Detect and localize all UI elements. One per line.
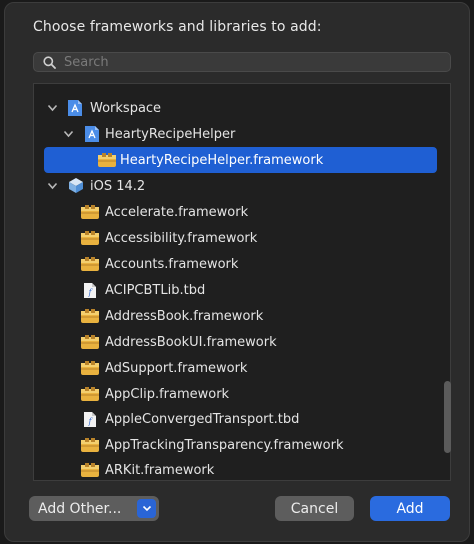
cancel-button[interactable]: Cancel (275, 496, 354, 521)
search-input[interactable] (64, 54, 450, 70)
tree-row-label: HeartyRecipeHelper (105, 126, 236, 142)
chevron-down-icon[interactable] (137, 499, 156, 518)
framework-icon (80, 203, 100, 221)
search-icon (34, 53, 64, 71)
framework-list[interactable]: Workspace HeartyRecipeHelper HeartyRecip… (33, 83, 451, 481)
dialog-title: Choose frameworks and libraries to add: (33, 19, 322, 35)
tbd-file-icon: f (80, 410, 100, 428)
tree-row-framework[interactable]: Accelerate.framework (34, 199, 450, 225)
tree-row-label: ARKit.framework (105, 462, 215, 478)
framework-icon (80, 333, 100, 351)
tree-row-label: AppleConvergedTransport.tbd (105, 411, 300, 427)
tree-row-label: AddressBook.framework (105, 308, 264, 324)
tree-row-label: Accelerate.framework (105, 204, 249, 220)
framework-icon (80, 229, 100, 247)
tree-row-label: ACIPCBTLib.tbd (105, 282, 206, 298)
chevron-down-icon[interactable] (62, 128, 74, 140)
tree-row-tbd[interactable]: f AppleConvergedTransport.tbd (34, 406, 450, 432)
tree-row-tbd[interactable]: f ACIPCBTLib.tbd (34, 277, 450, 303)
tree-row-label: iOS 14.2 (90, 178, 146, 194)
tree-row-workspace[interactable]: Workspace (34, 95, 450, 121)
tree-row-framework[interactable]: Accounts.framework (34, 251, 450, 277)
tree-row-label: AppClip.framework (105, 386, 230, 402)
list-scrollbar[interactable] (444, 83, 451, 481)
tree-row-framework[interactable]: AdSupport.framework (34, 355, 450, 381)
tree-row-label: Workspace (90, 100, 162, 116)
framework-icon (80, 385, 100, 403)
tree-row-label: Accounts.framework (105, 256, 239, 272)
tree-row-selected-framework[interactable]: HeartyRecipeHelper.framework (44, 147, 437, 173)
framework-icon (97, 151, 117, 169)
framework-icon (80, 436, 100, 454)
tree-row-framework[interactable]: Accessibility.framework (34, 225, 450, 251)
framework-icon (80, 359, 100, 377)
scrollbar-thumb[interactable] (444, 381, 451, 453)
search-field[interactable] (33, 52, 451, 72)
tree-row-label: HeartyRecipeHelper.framework (120, 152, 324, 168)
tree-row-framework[interactable]: AddressBook.framework (34, 303, 450, 329)
framework-icon (80, 307, 100, 325)
tree-row-label: AddressBookUI.framework (105, 334, 277, 350)
project-icon (82, 125, 102, 143)
tree-row-sdk[interactable]: iOS 14.2 (34, 173, 450, 199)
tree-row-label: AppTrackingTransparency.framework (105, 437, 344, 453)
tree-row-framework[interactable]: AddressBookUI.framework (34, 329, 450, 355)
sdk-icon (66, 177, 86, 195)
framework-icon (80, 461, 100, 479)
workspace-icon (65, 99, 85, 117)
add-other-button[interactable]: Add Other... (29, 496, 159, 521)
add-other-label: Add Other... (38, 500, 122, 517)
chevron-down-icon[interactable] (46, 102, 58, 114)
tree-row-framework[interactable]: AppClip.framework (34, 381, 450, 407)
dialog-sheet: Choose frameworks and libraries to add: … (4, 2, 470, 542)
add-button[interactable]: Add (370, 496, 450, 521)
tree-row-label: AdSupport.framework (105, 360, 248, 376)
tree-row-framework[interactable]: ARKit.framework (34, 457, 450, 480)
tree-row-label: Accessibility.framework (105, 230, 258, 246)
tree-row-framework[interactable]: AppTrackingTransparency.framework (34, 432, 450, 458)
tbd-file-icon: f (80, 281, 100, 299)
chevron-down-icon[interactable] (46, 180, 58, 192)
tree-row-project[interactable]: HeartyRecipeHelper (34, 121, 450, 147)
framework-icon (80, 255, 100, 273)
